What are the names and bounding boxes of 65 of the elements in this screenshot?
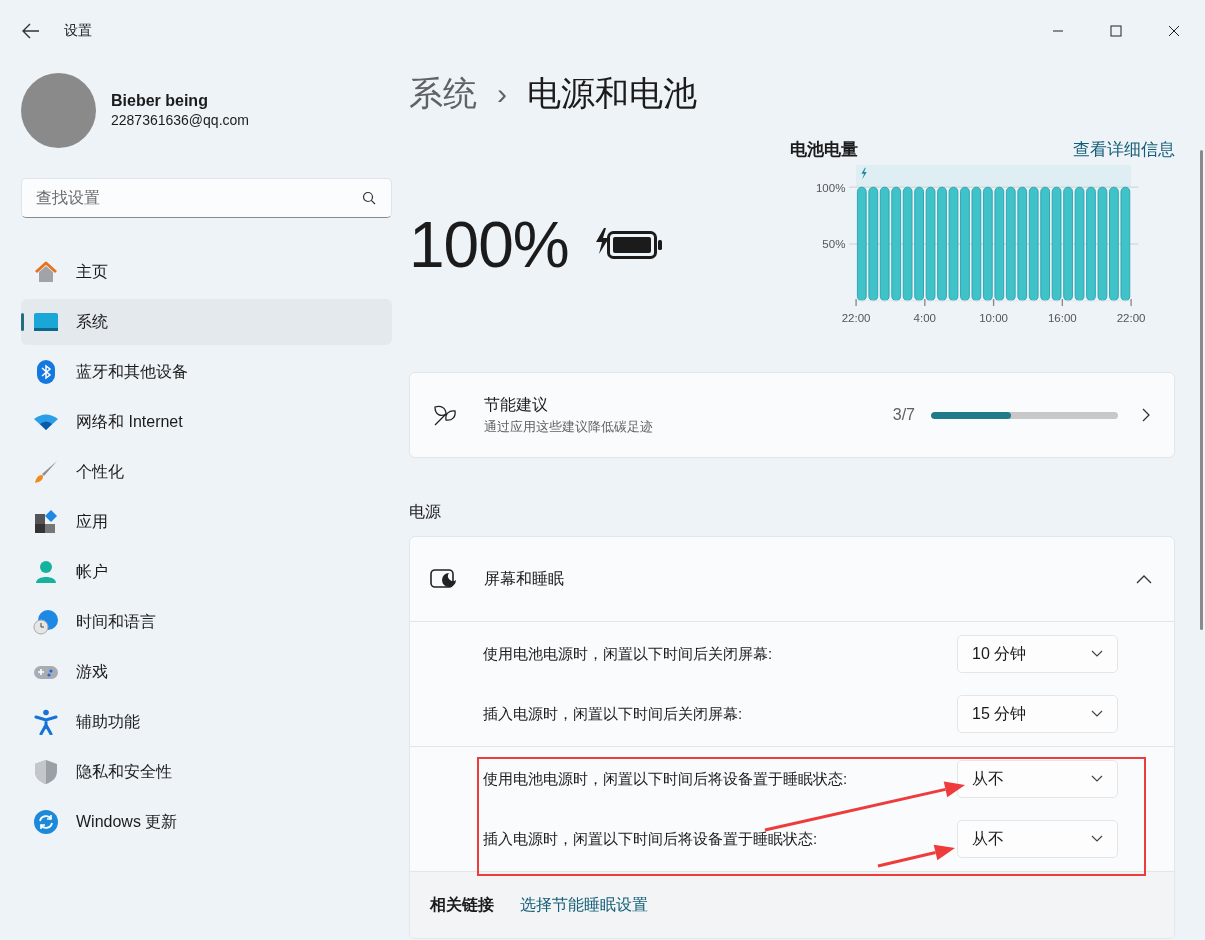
- dropdown[interactable]: 15 分钟: [957, 695, 1118, 733]
- setting-label: 插入电源时，闲置以下时间后将设备置于睡眠状态:: [483, 829, 819, 849]
- sleep-settings-link[interactable]: 选择节能睡眠设置: [520, 894, 648, 916]
- house-icon: [33, 259, 59, 285]
- sidebar-item[interactable]: Windows 更新: [21, 799, 392, 845]
- x-axis-label: 10:00: [979, 312, 1008, 325]
- y-axis-label: 50%: [822, 238, 846, 251]
- sidebar-item[interactable]: 主页: [21, 249, 392, 295]
- chevron-down-icon: [1091, 775, 1103, 783]
- back-arrow-icon[interactable]: [22, 23, 40, 39]
- setting-label: 插入电源时，闲置以下时间后关闭屏幕:: [483, 704, 744, 724]
- x-axis-label: 22:00: [1116, 312, 1146, 325]
- search-field[interactable]: 查找设置: [21, 178, 392, 218]
- sidebar-item[interactable]: 游戏: [21, 649, 392, 695]
- sidebar-item[interactable]: 辅助功能: [21, 699, 392, 745]
- scrollbar-thumb[interactable]: [1200, 150, 1203, 630]
- energy-recommendation-card[interactable]: 节能建议 通过应用这些建议降低碳足迹 3/7: [409, 372, 1175, 458]
- apps-icon: [33, 509, 59, 535]
- chevron-down-icon: [1091, 835, 1103, 843]
- user-email: 2287361636@qq.com: [111, 112, 249, 128]
- page-title: 电源和电池: [527, 73, 697, 114]
- sidebar-item[interactable]: 帐户: [21, 549, 392, 595]
- sidebar-item[interactable]: 网络和 Internet: [21, 399, 392, 445]
- selection-indicator: [21, 313, 24, 331]
- related-links-label: 相关链接: [430, 894, 494, 915]
- globe-clock-icon: [33, 609, 59, 635]
- accessibility-icon: [33, 709, 59, 735]
- battery-percentage: 100%: [409, 208, 569, 282]
- sync-icon: [33, 809, 59, 835]
- section-heading: 电源: [409, 502, 442, 522]
- card-subtitle: 通过应用这些建议降低碳足迹: [484, 417, 654, 436]
- chevron-down-icon: [1091, 710, 1103, 718]
- setting-label: 使用电池电源时，闲置以下时间后将设备置于睡眠状态:: [483, 769, 849, 789]
- maximize-icon[interactable]: [1110, 25, 1122, 37]
- sidebar-item[interactable]: 个性化: [21, 449, 392, 495]
- x-axis-label: 16:00: [1047, 312, 1077, 325]
- x-axis-label: 22:00: [841, 312, 871, 325]
- close-icon[interactable]: [1168, 25, 1180, 37]
- breadcrumb-separator: ›: [497, 77, 507, 111]
- paintbrush-icon: [33, 459, 59, 485]
- sidebar-item[interactable]: 隐私和安全性: [21, 749, 392, 795]
- expander-header[interactable]: 屏幕和睡眠: [410, 537, 1174, 622]
- dropdown[interactable]: 从不: [957, 820, 1118, 858]
- user-name: Bieber being: [111, 92, 209, 110]
- sidebar-item[interactable]: 蓝牙和其他设备: [21, 349, 392, 395]
- setting-label: 使用电池电源时，闲置以下时间后关闭屏幕:: [483, 644, 774, 664]
- dropdown[interactable]: 10 分钟: [957, 635, 1118, 673]
- shield-icon: [33, 759, 59, 785]
- chart-title: 电池电量: [790, 139, 858, 161]
- person-icon: [33, 559, 59, 585]
- card-title: 节能建议: [484, 394, 549, 415]
- progress-count: 3/7: [892, 406, 915, 424]
- sidebar-item[interactable]: 系统: [21, 299, 392, 345]
- sidebar-item[interactable]: 应用: [21, 499, 392, 545]
- details-link[interactable]: 查看详细信息: [1073, 138, 1175, 161]
- chevron-down-icon: [1091, 650, 1103, 658]
- chevron-right-icon: [1140, 408, 1152, 422]
- search-icon[interactable]: [362, 191, 376, 205]
- dropdown[interactable]: 从不: [957, 760, 1118, 798]
- window-title: 设置: [64, 22, 92, 40]
- x-axis-label: 4:00: [913, 312, 937, 325]
- breadcrumb-link[interactable]: 系统: [409, 71, 477, 117]
- y-axis-label: 100%: [816, 181, 846, 194]
- sidebar-item[interactable]: 时间和语言: [21, 599, 392, 645]
- battery-icon: [606, 231, 663, 259]
